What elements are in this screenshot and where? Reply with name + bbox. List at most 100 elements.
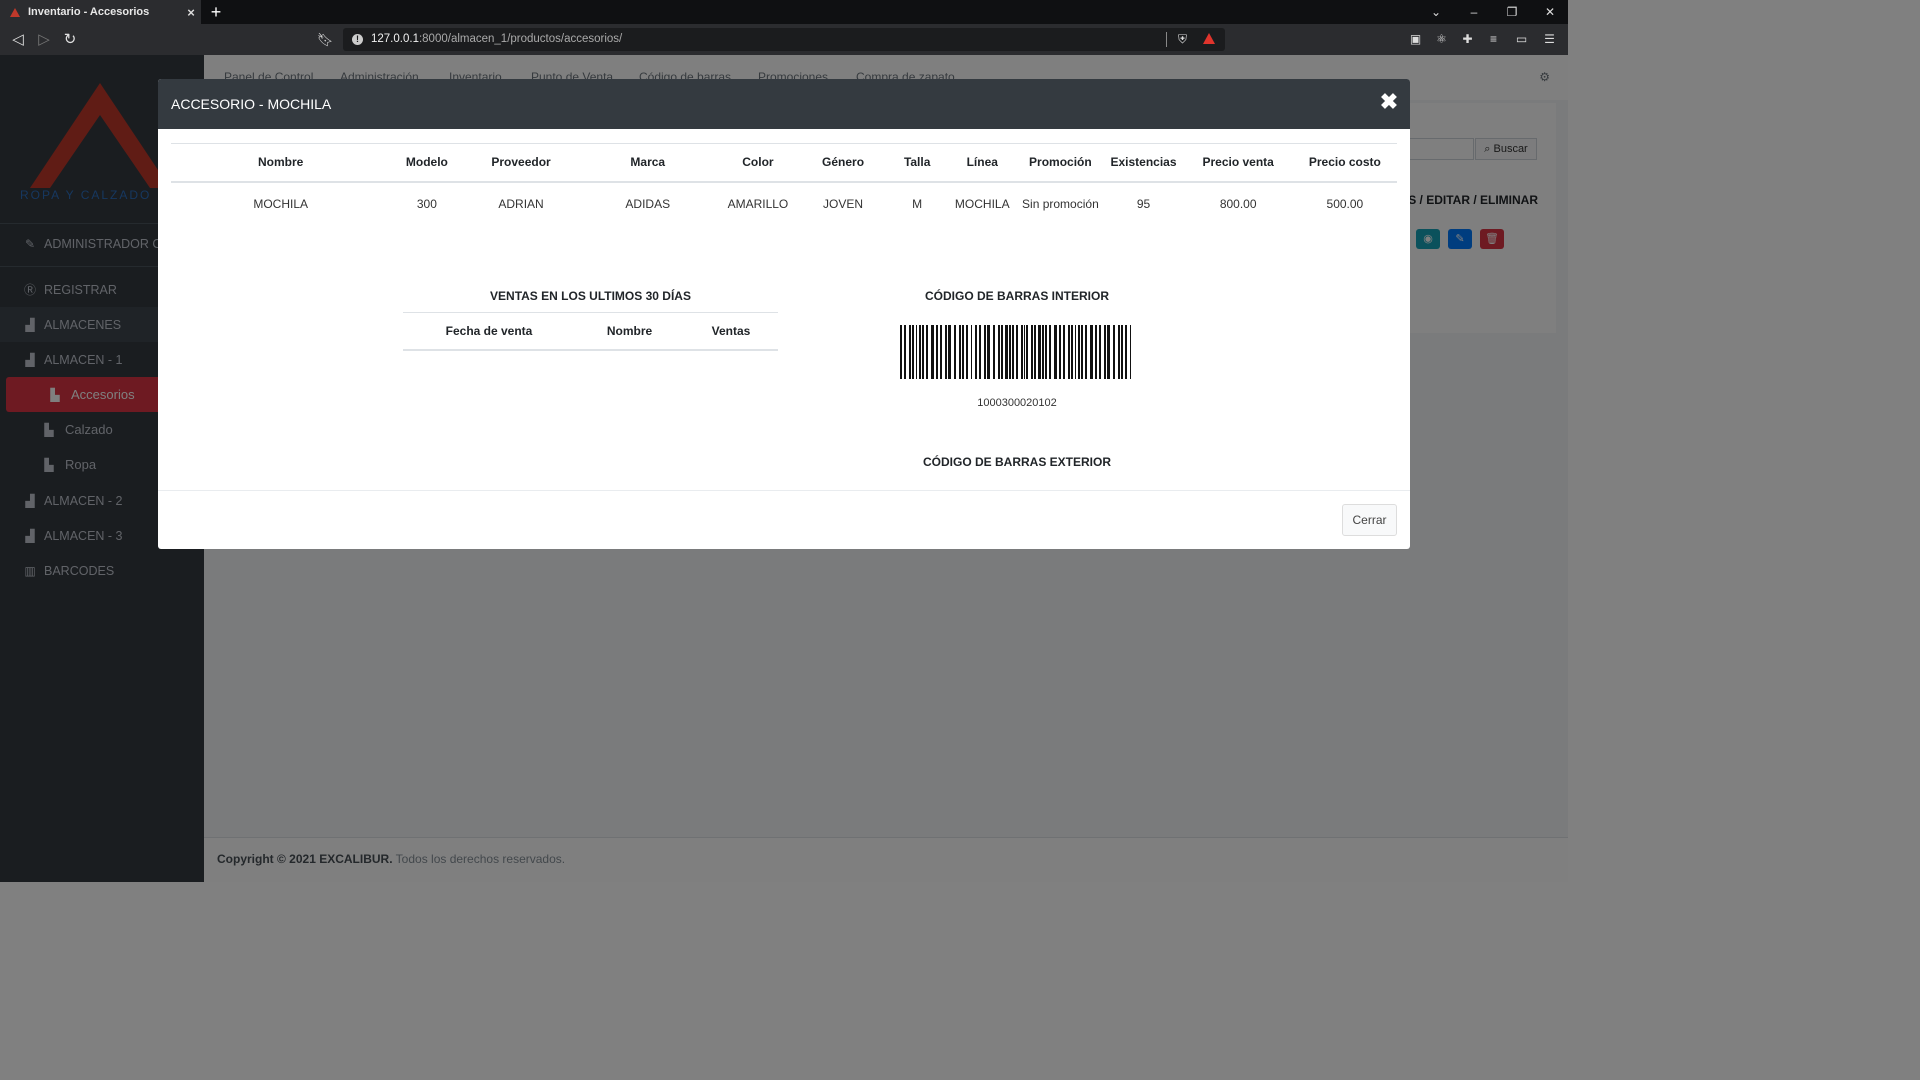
table-row: MOCHILA 300 ADRIAN ADIDAS AMARILLO JOVEN… (171, 182, 1397, 230)
barcode-bar (954, 325, 956, 379)
forward-icon[interactable]: ▷ (31, 24, 57, 55)
cell-marca: ADIDAS (625, 196, 671, 211)
barcode-bar (919, 325, 921, 379)
barcode-bar (962, 325, 964, 379)
modal-footer: Cerrar (158, 490, 1410, 549)
col-ventas: Ventas (684, 312, 778, 351)
brave-rewards-icon[interactable] (1203, 33, 1215, 44)
extension-icon[interactable]: ▣ (1407, 31, 1424, 48)
barcode-bar (1049, 325, 1051, 379)
barcode-bar (926, 325, 928, 379)
col-marca: Marca (578, 143, 717, 183)
sales-table: Fecha de venta Nombre Ventas (403, 312, 778, 351)
col-fecha-venta: Fecha de venta (403, 312, 575, 351)
barcode-bar (1085, 325, 1087, 379)
col-linea: Línea (947, 143, 1018, 183)
cell-precio-venta: 800.00 (1219, 196, 1257, 211)
menu-icon[interactable]: ☰ (1541, 31, 1558, 48)
barcode-bar (1005, 325, 1008, 379)
barcode-bar (916, 325, 917, 379)
barcode-bar (998, 325, 1000, 379)
barcode-bar (1031, 325, 1033, 379)
close-icon[interactable]: ✖ (1378, 89, 1400, 115)
barcode-bar (940, 325, 942, 379)
barcode-bar (1125, 325, 1127, 379)
cell-modelo: 300 (416, 196, 437, 211)
barcode-bar (1038, 325, 1041, 379)
site-info-icon[interactable]: ! (352, 34, 363, 45)
product-detail-modal: ACCESORIO - MOCHILA ✖ Nombre Modelo Prov… (158, 79, 1410, 549)
barcode-bar (1095, 325, 1097, 379)
barcode-bar (1090, 325, 1093, 379)
barcode-bar (979, 325, 981, 379)
site-favicon-icon (10, 7, 20, 17)
table-header-row: Nombre Modelo Proveedor Marca Color Géne… (171, 143, 1397, 183)
browser-tab-bar: Inventario - Accesorios × + ⌄ – ❐ ✕ (0, 0, 1568, 24)
cell-promocion: Sin promoción (1022, 196, 1099, 211)
barcode-bar (1107, 325, 1110, 379)
barcode-bar (959, 325, 961, 379)
cell-color: AMARILLO (727, 196, 789, 211)
col-color: Color (716, 143, 799, 183)
tab-title: Inventario - Accesorios (28, 6, 150, 18)
barcode-bar (1059, 325, 1061, 379)
barcode-bar (1026, 325, 1028, 379)
modal-header: ACCESORIO - MOCHILA ✖ (158, 79, 1410, 129)
bookmark-icon[interactable]: 🔖︎ (315, 24, 335, 55)
react-devtools-icon[interactable]: ⚛ (1433, 31, 1450, 48)
barcode-interior-number: 1000300020102 (977, 397, 1057, 409)
barcode-bar (975, 325, 977, 379)
barcode-bar (1113, 325, 1115, 379)
col-promocion: Promoción (1017, 143, 1104, 183)
reload-icon[interactable]: ↻ (57, 24, 83, 55)
col-genero: Género (798, 143, 888, 183)
restore-button[interactable]: ❐ (1494, 0, 1530, 24)
barcode-bar (993, 325, 995, 379)
barcode-bar (1078, 325, 1080, 379)
barcode-bar (904, 325, 906, 379)
brave-shield-icon[interactable]: ⛨ (1176, 32, 1189, 47)
barcode-interior-title: CÓDIGO DE BARRAS INTERIOR (924, 289, 1109, 303)
sales-title: VENTAS EN LOS ULTIMOS 30 DÍAS (490, 289, 691, 303)
playlist-icon[interactable]: ≡ (1485, 31, 1502, 48)
barcode-interior-image (900, 325, 1131, 379)
barcode-bar (900, 325, 902, 379)
barcode-bar (1071, 325, 1073, 379)
barcode-bar (1081, 325, 1083, 379)
tab-search-icon[interactable]: ⌄ (1418, 0, 1454, 24)
barcode-bar (1068, 325, 1070, 379)
barcode-bar (945, 325, 947, 379)
browser-toolbar: ◁ ▷ ↻ 🔖︎ ! 127.0.0.1:8000/almacen_1/prod… (0, 24, 1568, 55)
extensions-puzzle-icon[interactable]: ✚ (1459, 31, 1476, 48)
barcode-bar (931, 325, 934, 379)
col-precio-venta: Precio venta (1183, 143, 1293, 183)
barcode-bar (922, 325, 924, 379)
table-header-row: Fecha de venta Nombre Ventas (403, 312, 778, 351)
col-precio-costo: Precio costo (1292, 143, 1397, 183)
barcode-bar (971, 325, 972, 379)
barcode-bar (1021, 325, 1023, 379)
address-separator (1166, 32, 1167, 47)
address-bar[interactable]: ! 127.0.0.1:8000/almacen_1/productos/acc… (343, 28, 1225, 51)
minimize-button[interactable]: – (1456, 0, 1492, 24)
product-table: Nombre Modelo Proveedor Marca Color Géne… (171, 143, 1397, 230)
barcode-bar (1121, 325, 1123, 379)
browser-tab[interactable]: Inventario - Accesorios × (0, 0, 201, 24)
wallet-icon[interactable]: ▭ (1513, 31, 1530, 48)
close-window-button[interactable]: ✕ (1532, 0, 1568, 24)
barcode-bar (1042, 325, 1044, 379)
cell-existencias: 95 (1136, 196, 1151, 211)
cell-proveedor: ADRIAN (498, 196, 544, 211)
cell-nombre: MOCHILA (253, 196, 309, 211)
back-icon[interactable]: ◁ (5, 24, 31, 55)
barcode-bar (1054, 325, 1057, 379)
barcode-bar (1034, 325, 1036, 379)
close-button[interactable]: Cerrar (1342, 504, 1397, 536)
barcode-bar (948, 325, 951, 379)
barcode-bar (1063, 325, 1065, 379)
barcode-bar (912, 325, 914, 379)
col-proveedor: Proveedor (463, 143, 579, 183)
new-tab-button[interactable]: + (207, 1, 225, 23)
tab-close-icon[interactable]: × (181, 5, 201, 20)
col-modelo: Modelo (390, 143, 464, 183)
